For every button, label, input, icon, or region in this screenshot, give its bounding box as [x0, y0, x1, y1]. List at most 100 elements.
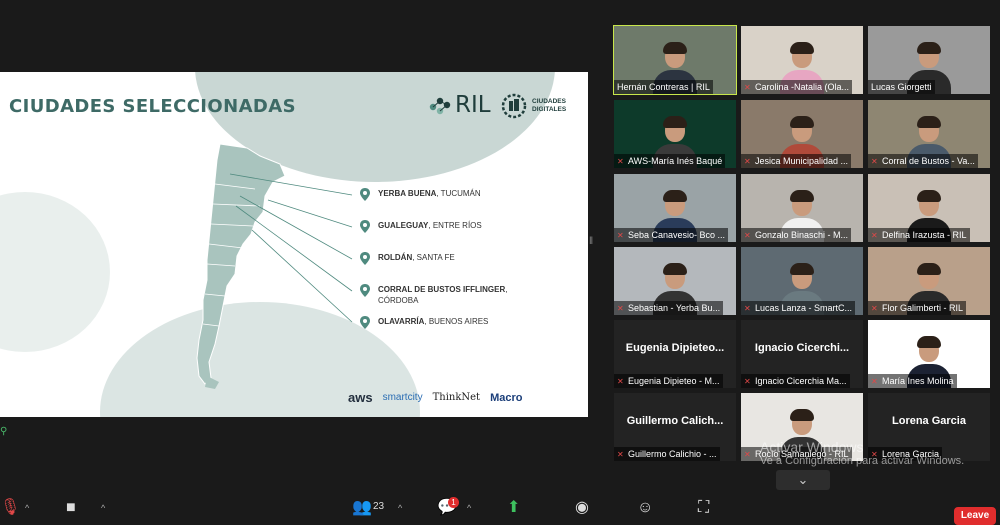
city-province: , TUCUMÁN	[436, 189, 481, 198]
participant-name: Lucas Lanza - SmartC...	[755, 303, 853, 313]
security-shield-icon[interactable]: ⚲	[0, 426, 7, 437]
aws-logo: aws	[348, 390, 373, 405]
participant-name-label: ✕ Lucas Lanza - SmartC...	[741, 301, 856, 315]
participant-name-label: ✕ Corral de Bustos - Va...	[868, 154, 978, 168]
participant-name-label: ✕ María Ines Molina	[868, 374, 957, 388]
participant-name-label: ✕ Jesica Municipalidad ...	[741, 154, 852, 168]
chevron-up-icon[interactable]: ^	[25, 503, 29, 513]
city-item: GUALEGUAY, ENTRE RÍOS	[360, 220, 560, 233]
leave-button[interactable]: Leave	[954, 507, 996, 525]
participant-tile[interactable]: Hernán Contreras | RIL	[613, 25, 737, 95]
participants-icon: 👥	[352, 499, 372, 516]
smartcity-logo: smartcity	[382, 392, 423, 403]
participant-tile[interactable]: ✕ Gonzalo Binaschi - M...	[741, 174, 863, 242]
city-name: GUALEGUAY	[378, 221, 429, 230]
city-item: YERBA BUENA, TUCUMÁN	[360, 188, 560, 201]
chevron-up-icon[interactable]: ^	[398, 503, 402, 513]
location-pin-icon	[360, 316, 370, 329]
participant-tile[interactable]: ✕ Lucas Lanza - SmartC...	[741, 247, 863, 315]
city-item: ROLDÁN, SANTA FE	[360, 252, 560, 265]
record-button[interactable]: ◉	[575, 499, 589, 517]
chat-badge: 1	[448, 497, 459, 508]
participant-name-label: ✕ Ignacio Cicerchia Ma...	[741, 374, 850, 388]
participant-tile[interactable]: Ignacio Cicerchi... ✕ Ignacio Cicerchia Ma…	[741, 320, 863, 388]
participant-display-name: Guillermo Calich...	[626, 415, 724, 427]
city-province: ,	[505, 285, 508, 294]
participant-name: María Ines Molina	[882, 376, 954, 386]
participant-name-label: Lucas Giorgetti	[868, 80, 935, 94]
participant-name: Ignacio Cicerchia Ma...	[755, 376, 847, 386]
watermark-line1: Activar Windows	[760, 439, 864, 455]
sponsor-logos: aws smartcity ThinkNet Macro	[348, 390, 522, 405]
participant-name: Gonzalo Binaschi - M...	[755, 230, 849, 240]
city-name: ROLDÁN	[378, 253, 413, 262]
city-province: , SANTA FE	[412, 253, 455, 262]
participant-tile[interactable]: ✕ Carolina -Natalia (Ola...	[741, 26, 863, 94]
connector-lines	[229, 173, 353, 323]
city-name: YERBA BUENA	[378, 189, 437, 198]
mic-muted-icon: ✕	[744, 82, 751, 92]
share-screen-button[interactable]: ⬆	[507, 499, 520, 517]
mic-muted-icon: ✕	[744, 156, 751, 166]
participant-name-label: ✕ Seba Canavesio- Bco ...	[614, 228, 729, 242]
mute-button[interactable]: 🎙	[0, 499, 20, 517]
participant-name-label: ✕ Guillermo Calichio - ...	[614, 447, 720, 461]
city-province: CÓRDOBA	[378, 296, 419, 305]
mic-muted-icon: ✕	[744, 230, 751, 240]
mic-muted-icon: ✕	[871, 230, 878, 240]
participant-name: Hernán Contreras | RIL	[617, 82, 710, 92]
participant-name-label: Hernán Contreras | RIL	[614, 80, 713, 94]
mic-muted-icon: ✕	[744, 449, 751, 459]
video-camera-icon: ■	[66, 499, 76, 516]
city-item: CORRAL DE BUSTOS IFFLINGER, CÓRDOBA	[360, 284, 560, 306]
participant-tile[interactable]: ✕ Sebastian - Yerba Bu...	[614, 247, 736, 315]
participant-name: Lucas Giorgetti	[871, 82, 932, 92]
chevron-up-icon[interactable]: ^	[467, 503, 471, 513]
mic-muted-icon: ✕	[617, 376, 624, 386]
apps-button[interactable]: ⛶	[698, 499, 709, 517]
participant-tile[interactable]: Lucas Giorgetti	[868, 26, 990, 94]
mic-muted-icon: ✕	[744, 303, 751, 313]
share-screen-icon: ⬆	[507, 499, 521, 516]
mic-muted-icon: ✕	[617, 156, 624, 166]
video-button[interactable]: ■	[66, 499, 76, 517]
participant-name: Sebastian - Yerba Bu...	[628, 303, 721, 313]
participant-tile[interactable]: ✕ Jesica Municipalidad ...	[741, 100, 863, 168]
participant-tile[interactable]: ✕ Corral de Bustos - Va...	[868, 100, 990, 168]
participant-name: Seba Canavesio- Bco ...	[628, 230, 726, 240]
participants-button[interactable]: 👥	[352, 499, 372, 517]
participant-tile[interactable]: ✕ Delfina Irazusta - RIL	[868, 174, 990, 242]
thinknet-logo: ThinkNet	[432, 392, 481, 403]
participant-tile[interactable]: ✕ AWS-María Inés Baqué	[614, 100, 736, 168]
participant-name: Flor Galimberti - RIL	[882, 303, 964, 313]
mic-muted-icon: ✕	[617, 230, 624, 240]
participant-name: Eugenia Dipieteo - M...	[628, 376, 720, 386]
mic-muted-icon: ✕	[871, 303, 878, 313]
watermark-line2: Ve a Configuración para activar Windows.	[760, 455, 965, 467]
participant-tile[interactable]: ✕ Seba Canavesio- Bco ...	[614, 174, 736, 242]
location-pin-icon	[360, 284, 370, 297]
splitter-handle[interactable]: ‖	[589, 236, 593, 250]
participant-tile[interactable]: Guillermo Calich... ✕ Guillermo Calichio -…	[614, 393, 736, 461]
participant-tile[interactable]: ✕ María Ines Molina	[868, 320, 990, 388]
participant-display-name: Lorena Garcia	[892, 415, 966, 427]
apps-icon: ⛶	[698, 499, 710, 516]
city-province: , BUENOS AIRES	[424, 317, 489, 326]
chevron-up-icon[interactable]: ^	[101, 503, 105, 513]
participant-name-label: ✕ Flor Galimberti - RIL	[868, 301, 967, 315]
reactions-button[interactable]: ☺	[637, 499, 653, 517]
meeting-toolbar: 🎙 ^ ■ ^ 👥 23 ^ 💬 1 ^ ⬆ ◉ ☺ ⛶	[0, 495, 1000, 525]
participants-count: 23	[373, 501, 385, 512]
city-item: OLAVARRÍA, BUENOS AIRES	[360, 316, 560, 329]
mic-off-icon: 🎙	[0, 499, 21, 516]
participant-name-label: ✕ Delfina Irazusta - RIL	[868, 228, 970, 242]
participant-tile[interactable]: Eugenia Dipieteo... ✕ Eugenia Dipieteo - M…	[614, 320, 736, 388]
mic-muted-icon: ✕	[871, 156, 878, 166]
gallery-next-page-button[interactable]: ⌄	[776, 470, 830, 490]
participant-name-label: ✕ Carolina -Natalia (Ola...	[741, 80, 853, 94]
participant-name-label: ✕ Gonzalo Binaschi - M...	[741, 228, 852, 242]
participant-tile[interactable]: ✕ Flor Galimberti - RIL	[868, 247, 990, 315]
macro-logo: Macro	[490, 391, 523, 404]
shared-screen-slide: CIUDADES SELECCIONADAS RIL CIUDADES DIGI…	[0, 72, 588, 417]
participant-name: Delfina Irazusta - RIL	[882, 230, 967, 240]
